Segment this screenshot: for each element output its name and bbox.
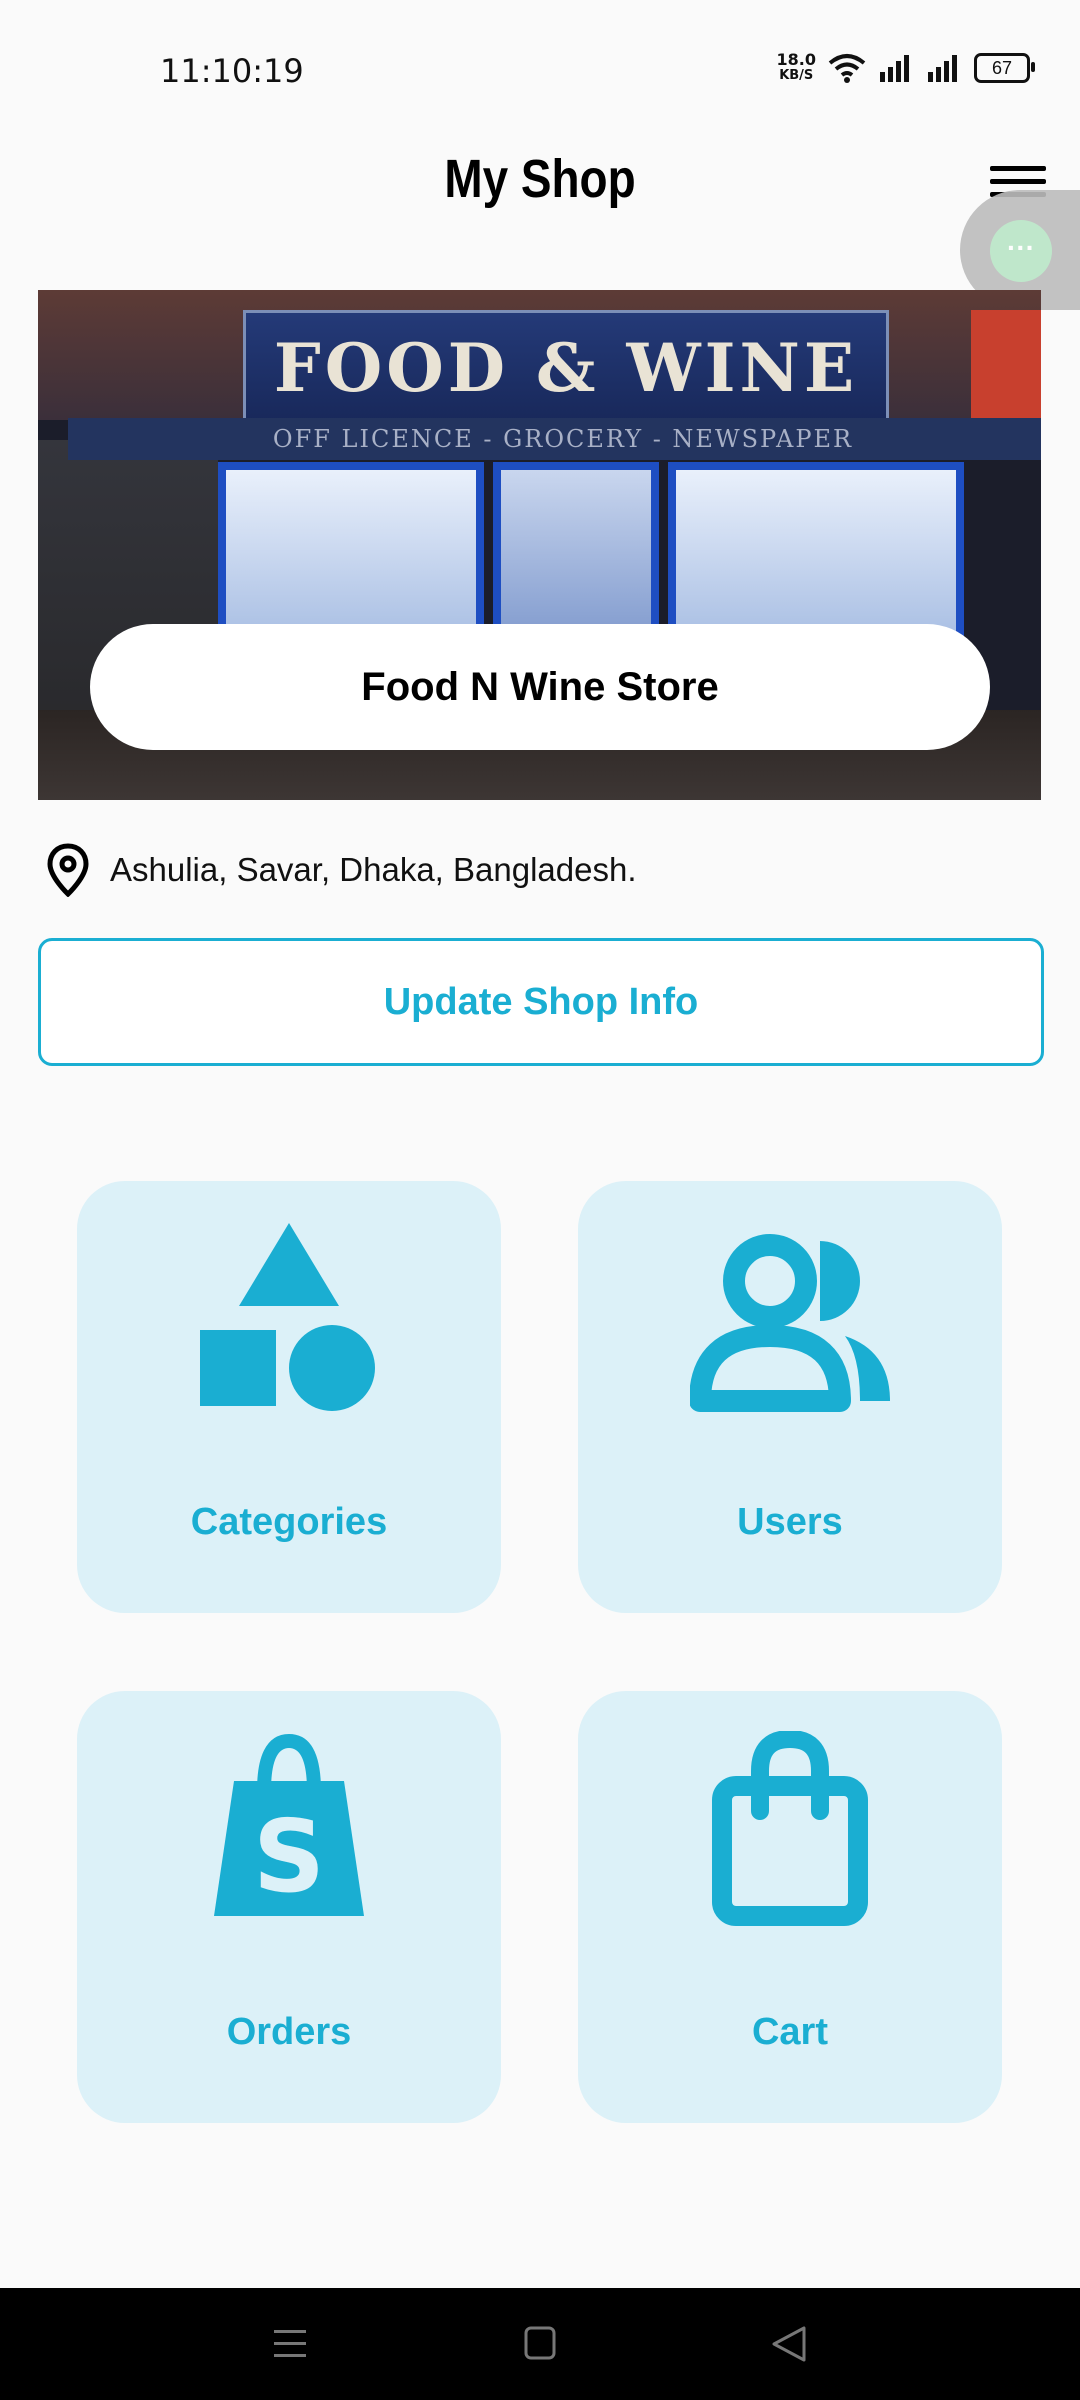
shop-name-label: Food N Wine Store	[90, 624, 990, 750]
system-nav-bar	[0, 2288, 1080, 2400]
orders-tile[interactable]: S Orders	[77, 1691, 501, 2123]
banner-sign: FOOD & WINE	[243, 310, 889, 426]
bag-icon	[712, 1731, 868, 1926]
banner-sub-sign: OFF LICENCE - GROCERY - NEWSPAPER	[68, 418, 1041, 460]
address-text: Ashulia, Savar, Dhaka, Bangladesh.	[110, 851, 637, 888]
battery-icon: 67	[974, 53, 1035, 83]
cart-tile[interactable]: Cart	[578, 1691, 1002, 2123]
home-square-icon[interactable]	[510, 2318, 570, 2370]
more-dots-icon: ···	[990, 220, 1052, 282]
wifi-icon	[828, 54, 866, 83]
network-speed-unit: KB/S	[779, 68, 814, 83]
app-header: My Shop	[0, 140, 1080, 240]
orders-label: Orders	[226, 2011, 352, 2053]
page-title: My Shop	[444, 149, 636, 209]
shop-address: Ashulia, Savar, Dhaka, Bangladesh.	[46, 840, 637, 900]
shapes-icon	[200, 1223, 375, 1411]
categories-label: Categories	[190, 1501, 388, 1543]
signal-icon-2	[928, 55, 957, 82]
users-icon	[690, 1234, 890, 1412]
cart-label: Cart	[751, 2011, 829, 2053]
svg-text:S: S	[253, 1798, 325, 1915]
signal-icon	[880, 55, 909, 82]
update-shop-info-button[interactable]: Update Shop Info	[38, 938, 1044, 1066]
shop-banner-image: FOOD & WINE OFF LICENCE - GROCERY - NEWS…	[38, 290, 1041, 800]
network-speed-value: 18.0	[776, 50, 816, 69]
status-bar: 11:10:19 18.0 KB/S 67	[0, 0, 1080, 140]
users-tile[interactable]: Users	[578, 1181, 1002, 1613]
users-label: Users	[737, 1501, 843, 1543]
menu-lines-icon[interactable]	[260, 2318, 320, 2370]
location-pin-icon	[47, 843, 89, 897]
shopping-bag-s-icon: S	[214, 1733, 364, 1916]
status-icons: 18.0 KB/S 67	[777, 52, 1035, 84]
banner-right-sign	[971, 310, 1041, 420]
categories-tile[interactable]: Categories	[77, 1181, 501, 1613]
network-speed: 18.0 KB/S	[777, 52, 816, 84]
back-triangle-icon[interactable]	[760, 2318, 820, 2370]
status-time: 11:10:19	[160, 52, 304, 90]
